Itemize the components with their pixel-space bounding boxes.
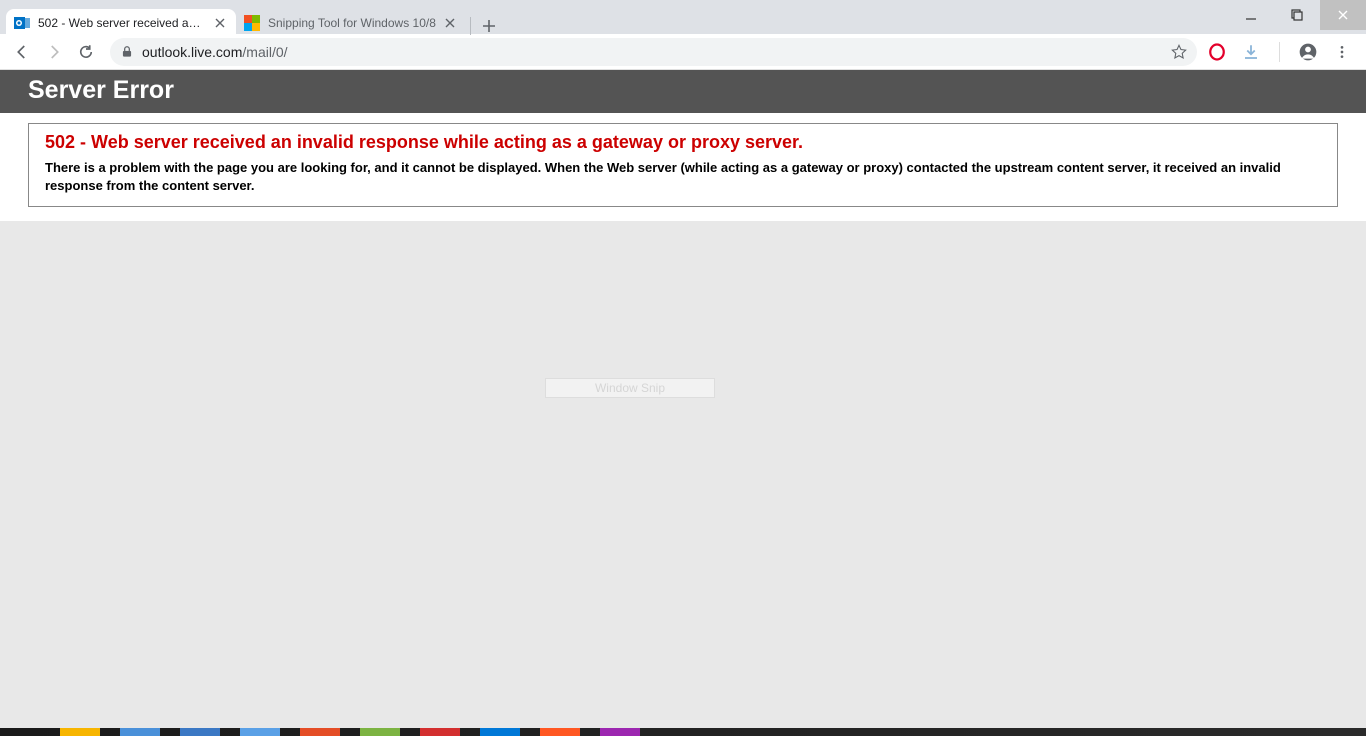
url-text: outlook.live.com/mail/0/ <box>142 44 1163 60</box>
minimize-button[interactable] <box>1228 0 1274 30</box>
taskbar-item[interactable] <box>420 728 460 736</box>
window-controls <box>1228 0 1366 30</box>
page-content: Server Error 502 - Web server received a… <box>0 70 1366 728</box>
tooltip: Window Snip <box>545 378 715 398</box>
close-icon[interactable] <box>212 15 228 31</box>
outlook-icon <box>14 15 30 31</box>
taskbar-items <box>0 728 1366 736</box>
taskbar-item[interactable] <box>240 728 280 736</box>
error-card: 502 - Web server received an invalid res… <box>28 123 1338 207</box>
address-bar[interactable]: outlook.live.com/mail/0/ <box>110 38 1197 66</box>
kebab-menu-icon[interactable] <box>1330 40 1354 64</box>
profile-icon[interactable] <box>1296 40 1320 64</box>
new-tab-button[interactable] <box>475 12 503 40</box>
tab-separator <box>470 17 471 35</box>
taskbar-item[interactable] <box>300 728 340 736</box>
browser-titlebar: 502 - Web server received an inv Snippin… <box>0 0 1366 34</box>
maximize-button[interactable] <box>1274 0 1320 30</box>
reload-button[interactable] <box>70 36 102 68</box>
error-description: There is a problem with the page you are… <box>45 159 1321 194</box>
error-heading: 502 - Web server received an invalid res… <box>45 132 1321 153</box>
toolbar-separator <box>1279 42 1280 62</box>
taskbar-item[interactable] <box>480 728 520 736</box>
forward-button[interactable] <box>38 36 70 68</box>
error-card-wrap: 502 - Web server received an invalid res… <box>0 113 1366 221</box>
back-button[interactable] <box>6 36 38 68</box>
tab-inactive[interactable]: Snipping Tool for Windows 10/8 <box>236 9 466 37</box>
taskbar-item[interactable] <box>540 728 580 736</box>
url-host: outlook.live.com <box>142 44 242 60</box>
tab-title: Snipping Tool for Windows 10/8 <box>268 16 436 30</box>
taskbar-item[interactable] <box>180 728 220 736</box>
snipping-tool-icon <box>244 15 260 31</box>
bookmark-star-icon[interactable] <box>1171 44 1187 60</box>
url-path: /mail/0/ <box>242 44 287 60</box>
close-window-button[interactable] <box>1320 0 1366 30</box>
close-icon[interactable] <box>442 15 458 31</box>
taskbar-item[interactable] <box>360 728 400 736</box>
tab-strip: 502 - Web server received an inv Snippin… <box>0 0 503 40</box>
tab-title: 502 - Web server received an inv <box>38 16 206 30</box>
download-icon[interactable] <box>1239 40 1263 64</box>
tab-active[interactable]: 502 - Web server received an inv <box>6 9 236 37</box>
taskbar-item[interactable] <box>60 728 100 736</box>
toolbar-actions <box>1205 40 1360 64</box>
page-title: Server Error <box>0 70 1366 113</box>
taskbar-item[interactable] <box>600 728 640 736</box>
extension-opera-icon[interactable] <box>1205 40 1229 64</box>
lock-icon <box>120 45 134 59</box>
taskbar-item[interactable] <box>120 728 160 736</box>
